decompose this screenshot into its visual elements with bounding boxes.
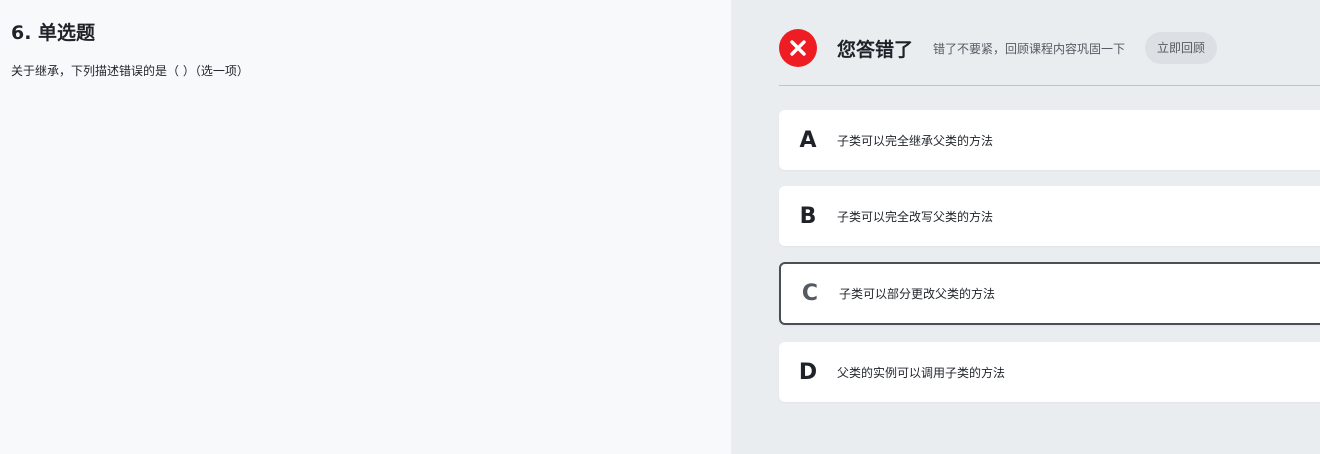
option-b[interactable]: B 子类可以完全改写父类的方法 [779,186,1320,246]
result-title: 您答错了 [837,38,914,61]
answer-panel: 您答错了 错了不要紧，回顾课程内容巩固一下 立即回顾 A 子类可以完全继承父类的… [731,0,1320,454]
result-header: 您答错了 错了不要紧，回顾课程内容巩固一下 立即回顾 [779,29,1218,67]
option-d[interactable]: D 父类的实例可以调用子类的方法 [779,342,1320,402]
option-letter: A [799,127,817,153]
question-title: 6. 单选题 [11,22,96,44]
option-letter: D [798,359,818,385]
question-text: 关于继承，下列描述错误的是（ ）（选一项） [11,64,249,78]
option-text: 父类的实例可以调用子类的方法 [837,365,1006,380]
option-letter: B [799,203,817,229]
option-text: 子类可以部分更改父类的方法 [839,287,996,301]
option-letter: C [801,281,819,306]
option-c-selected[interactable]: C 子类可以部分更改父类的方法 [779,262,1320,325]
question-panel: 6. 单选题 关于继承，下列描述错误的是（ ）（选一项） [0,0,731,454]
option-text: 子类可以完全改写父类的方法 [837,209,994,224]
option-a[interactable]: A 子类可以完全继承父类的方法 [779,110,1320,170]
quiz-page: 6. 单选题 关于继承，下列描述错误的是（ ）（选一项） 您答错了 错了不要紧，… [0,0,1320,454]
error-x-glyph [790,40,806,56]
option-text: 子类可以完全继承父类的方法 [837,133,994,148]
error-x-icon [779,29,817,67]
review-button[interactable]: 立即回顾 [1145,32,1218,64]
result-hint: 错了不要紧，回顾课程内容巩固一下 [933,41,1126,56]
header-divider [779,85,1320,86]
